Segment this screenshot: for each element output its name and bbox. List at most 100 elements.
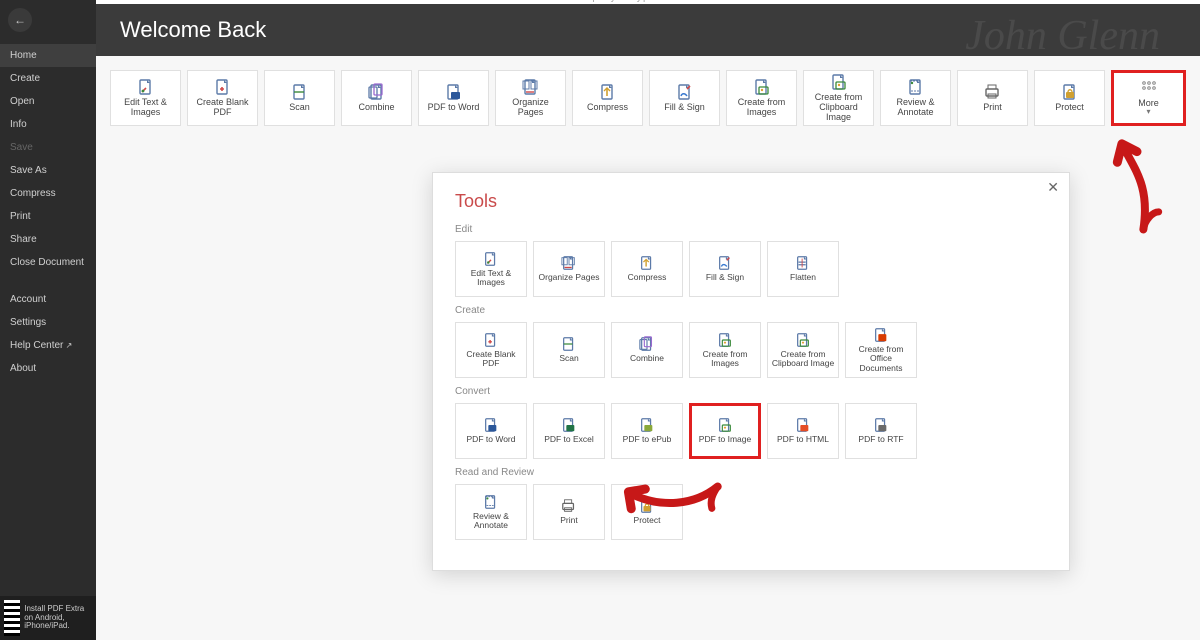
sidebar-item-about[interactable]: About	[0, 357, 96, 380]
tool-fill-sign[interactable]: Fill & Sign	[689, 241, 761, 297]
tool-create-from-clipboard-image[interactable]: Create from Clipboard Image	[803, 70, 874, 126]
qr-code-icon	[4, 600, 20, 636]
tool-combine[interactable]: Combine	[341, 70, 412, 126]
tool-label: Protect	[1055, 103, 1084, 113]
tool-create-from-images[interactable]: Create from Images	[689, 322, 761, 378]
main-area: Welcome Back John Glenn Edit Text & Imag…	[96, 4, 1200, 640]
tool-create-from-images[interactable]: Create from Images	[726, 70, 797, 126]
create-from-images-icon	[753, 78, 771, 96]
tool-label: Scan	[289, 103, 310, 113]
create-from-images-icon	[717, 332, 733, 348]
tool-review-annotate[interactable]: Review & Annotate	[880, 70, 951, 126]
qr-text: Install PDF Extra on Android, iPhone/iPa…	[24, 605, 92, 631]
sidebar-item-save-as[interactable]: Save As	[0, 159, 96, 182]
tool-scan[interactable]: Scan	[533, 322, 605, 378]
pdf-to-html-icon	[795, 417, 811, 433]
tool-pdf-to-word[interactable]: PDF to Word	[455, 403, 527, 459]
tool-review-annotate[interactable]: Review & Annotate	[455, 484, 527, 540]
combine-icon	[639, 336, 655, 352]
tool-label: Create from Clipboard Image	[808, 93, 869, 123]
tool-label: Combine	[358, 103, 394, 113]
print-icon	[561, 498, 577, 514]
welcome-title: Welcome Back	[120, 17, 266, 43]
tool-create-blank-pdf[interactable]: Create Blank PDF	[187, 70, 258, 126]
sidebar-item-help-center[interactable]: Help Center	[0, 334, 96, 357]
tool-pdf-to-excel[interactable]: PDF to Excel	[533, 403, 605, 459]
pdf-to-rtf-icon	[873, 417, 889, 433]
flatten-icon	[795, 255, 811, 271]
tool-compress[interactable]: Compress	[572, 70, 643, 126]
tool-pdf-to-epub[interactable]: PDF to ePub	[611, 403, 683, 459]
close-icon[interactable]: ✕	[1047, 179, 1059, 196]
pdf-to-word-icon	[445, 83, 463, 101]
tool-protect[interactable]: Protect	[1034, 70, 1105, 126]
tool-label: Combine	[630, 354, 664, 363]
edit-text-images-icon	[483, 251, 499, 267]
tool-pdf-to-rtf[interactable]: PDF to RTF	[845, 403, 917, 459]
sidebar-item-home[interactable]: Home	[0, 44, 96, 67]
section-title: Read and Review	[455, 467, 1047, 478]
create-from-clipboard-image-icon	[830, 73, 848, 91]
sidebar-item-create[interactable]: Create	[0, 67, 96, 90]
sidebar-item-account[interactable]: Account	[0, 288, 96, 311]
tool-fill-sign[interactable]: Fill & Sign	[649, 70, 720, 126]
tool-compress[interactable]: Compress	[611, 241, 683, 297]
organize-pages-icon	[561, 255, 577, 271]
scan-icon	[561, 336, 577, 352]
qr-promo: Install PDF Extra on Android, iPhone/iPa…	[0, 596, 96, 640]
review-annotate-icon	[907, 78, 925, 96]
tool-create-from-office-documents[interactable]: Create from Office Documents	[845, 322, 917, 378]
tool-label: Create from Images	[731, 98, 792, 118]
fill-sign-icon	[717, 255, 733, 271]
modal-title: Tools	[455, 191, 1047, 212]
tool-edit-text-images[interactable]: Edit Text & Images	[110, 70, 181, 126]
pdf-to-image-icon	[717, 417, 733, 433]
section-title: Convert	[455, 386, 1047, 397]
tool-print[interactable]: Print	[957, 70, 1028, 126]
back-button[interactable]: ←	[8, 8, 32, 32]
tool-edit-text-images[interactable]: Edit Text & Images	[455, 241, 527, 297]
compress-icon	[599, 83, 617, 101]
tool-scan[interactable]: Scan	[264, 70, 335, 126]
sidebar-item-print[interactable]: Print	[0, 205, 96, 228]
tool-label: Print	[983, 103, 1002, 113]
tool-pdf-to-html[interactable]: PDF to HTML	[767, 403, 839, 459]
tool-create-blank-pdf[interactable]: Create Blank PDF	[455, 322, 527, 378]
tool-pdf-to-image[interactable]: PDF to Image	[689, 403, 761, 459]
tool-pdf-to-word[interactable]: PDF to Word	[418, 70, 489, 126]
sidebar-item-compress[interactable]: Compress	[0, 182, 96, 205]
tool-flatten[interactable]: Flatten	[767, 241, 839, 297]
tool-label: Compress	[628, 273, 667, 282]
create-from-clipboard-image-icon	[795, 332, 811, 348]
tool-label: PDF to Image	[699, 435, 751, 444]
tool-label: PDF to ePub	[623, 435, 672, 444]
tool-label: Create from Clipboard Image	[771, 350, 835, 369]
edit-text-images-icon	[137, 78, 155, 96]
tool-more[interactable]: More	[1111, 70, 1186, 126]
pdf-to-epub-icon	[639, 417, 655, 433]
signature-decoration: John Glenn	[965, 12, 1160, 60]
protect-icon	[1061, 83, 1079, 101]
tool-label: Flatten	[790, 273, 816, 282]
tool-protect[interactable]: Protect	[611, 484, 683, 540]
tool-combine[interactable]: Combine	[611, 322, 683, 378]
tool-organize-pages[interactable]: Organize Pages	[495, 70, 566, 126]
tool-print[interactable]: Print	[533, 484, 605, 540]
more-icon	[1140, 79, 1158, 97]
section-row: Create Blank PDF Scan Combine Create from I…	[455, 322, 1047, 378]
tool-label: Edit Text & Images	[459, 269, 523, 288]
sidebar-item-share[interactable]: Share	[0, 228, 96, 251]
tool-organize-pages[interactable]: Organize Pages	[533, 241, 605, 297]
sidebar-item-settings[interactable]: Settings	[0, 311, 96, 334]
sidebar-item-open[interactable]: Open	[0, 90, 96, 113]
sidebar-item-info[interactable]: Info	[0, 113, 96, 136]
tools-modal: ✕ Tools EditEdit Text & ImagesOrganize P…	[432, 172, 1070, 571]
print-icon	[984, 83, 1002, 101]
tool-label: Fill & Sign	[664, 103, 705, 113]
sidebar-item-close-document[interactable]: Close Document	[0, 251, 96, 274]
tool-create-from-clipboard-image[interactable]: Create from Clipboard Image	[767, 322, 839, 378]
scan-icon	[291, 83, 309, 101]
tool-label: PDF to Word	[467, 435, 516, 444]
tool-label: Fill & Sign	[706, 273, 744, 282]
tool-label: Scan	[559, 354, 578, 363]
